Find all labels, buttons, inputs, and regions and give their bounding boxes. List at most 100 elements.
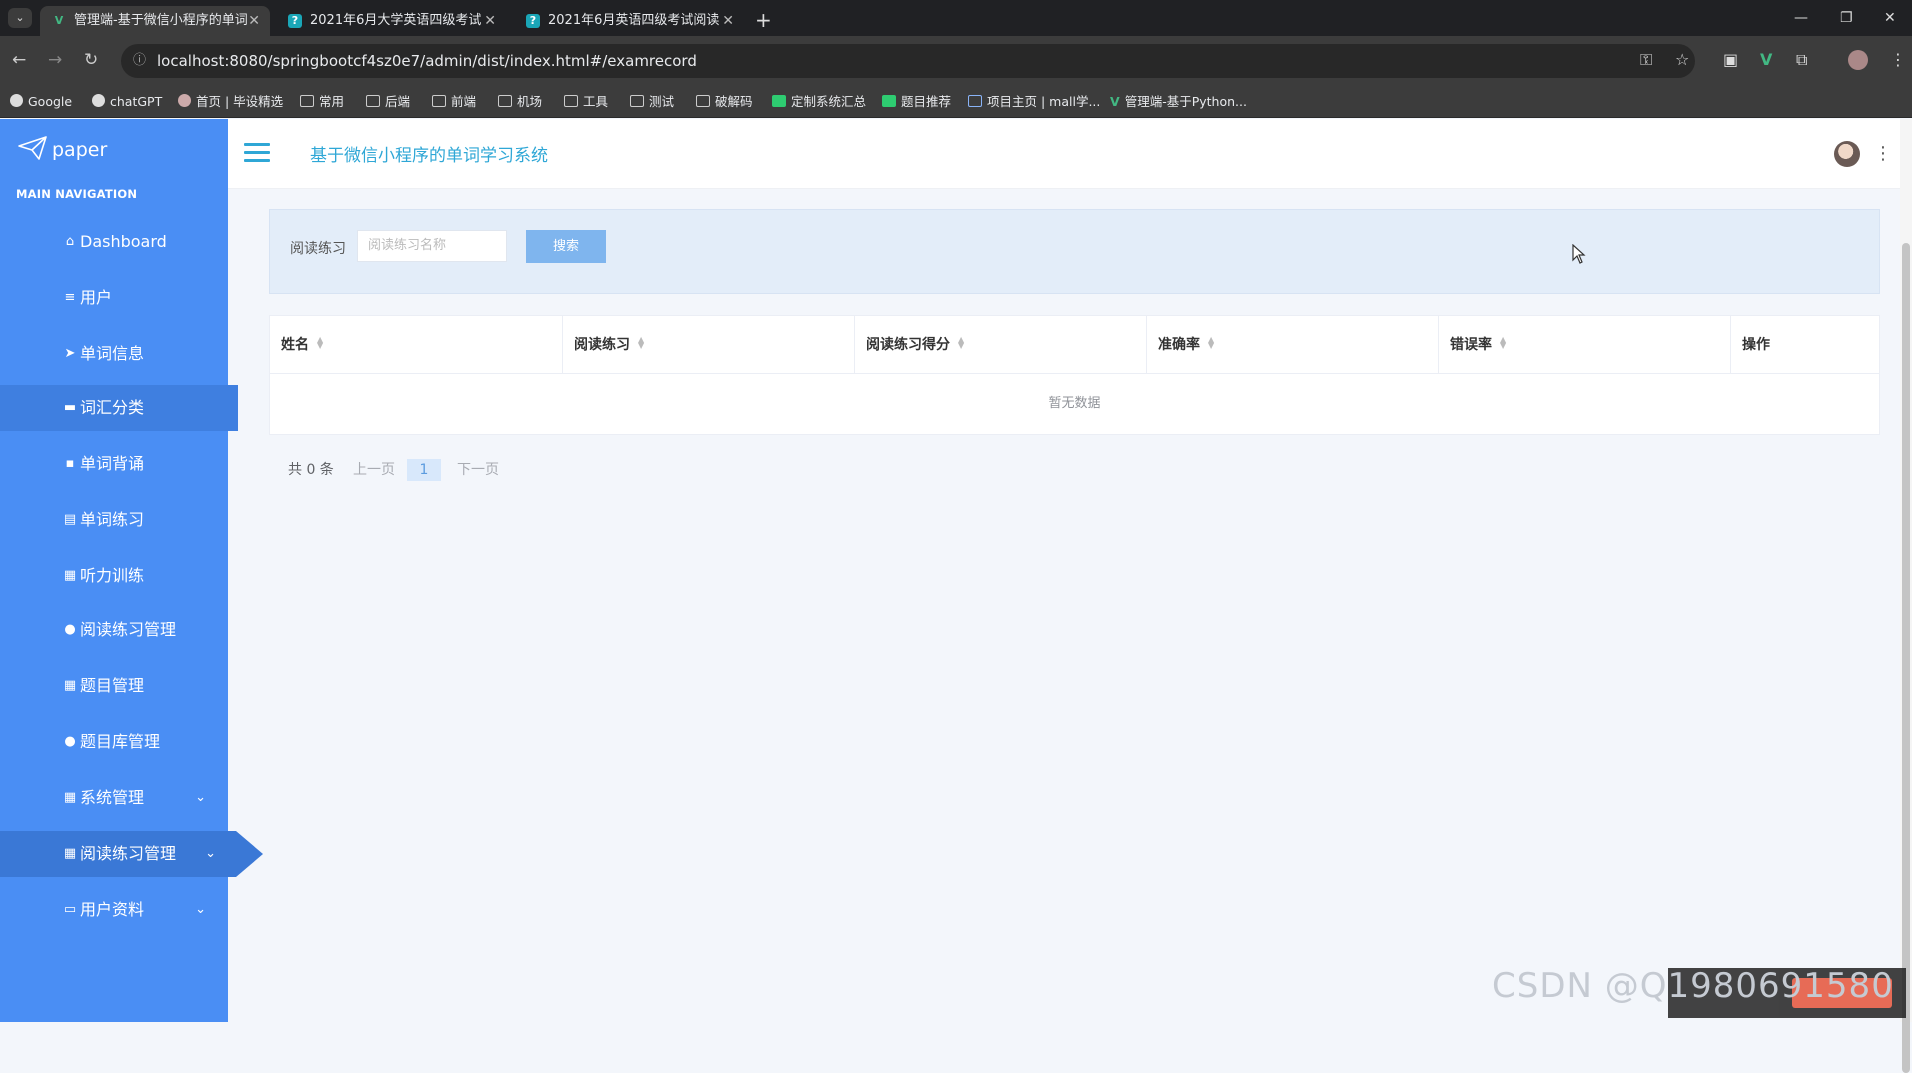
- bookmarks-bar: Google chatGPT 首页 | 毕设精选 常用 后端 前端 机场 工具 …: [0, 86, 1912, 118]
- search-panel: 阅读练习 阅读练习名称 搜索: [269, 209, 1880, 294]
- sort-icon[interactable]: ▲ ▼: [1500, 336, 1506, 350]
- avatar[interactable]: [1834, 141, 1860, 167]
- sidebar-item-word-practice[interactable]: ▤ 单词练习: [0, 497, 228, 543]
- bookmark-chatgpt[interactable]: chatGPT: [92, 86, 162, 118]
- vue-favicon-icon: V: [54, 14, 64, 27]
- search-label: 阅读练习: [290, 241, 346, 257]
- site-info-icon[interactable]: ⓘ: [133, 44, 146, 78]
- column-header-actions: 操作: [1742, 337, 1770, 353]
- sidebar-item-word-recite[interactable]: ▪ 单词背诵: [0, 441, 228, 487]
- new-tab-icon[interactable]: +: [755, 6, 772, 34]
- chevron-down-icon: ⌄: [195, 902, 206, 917]
- top-header: 基于微信小程序的单词学习系统 ⋮: [228, 119, 1912, 189]
- restore-icon[interactable]: ❐: [1840, 6, 1853, 30]
- tab-title: 管理端-基于微信小程序的单词: [74, 13, 248, 28]
- search-button[interactable]: 搜索: [526, 230, 606, 263]
- clipboard-icon: ▤: [63, 512, 77, 527]
- bookmark-folder[interactable]: 前端: [432, 86, 476, 118]
- sidebar-item-question-manage[interactable]: ▦ 题目管理: [0, 663, 228, 709]
- scrollbar-thumb[interactable]: [1902, 243, 1910, 1073]
- browser-toolbar: ← → ↻ ⓘ localhost:8080/springbootcf4sz0e…: [0, 36, 1912, 86]
- column-header-reading[interactable]: 阅读练习 ▲ ▼: [563, 316, 855, 374]
- grid-icon: ▦: [63, 568, 77, 583]
- url-text: localhost:8080/springbootcf4sz0e7/admin/…: [157, 52, 697, 70]
- browser-tab-active[interactable]: V 管理端-基于微信小程序的单词 ✕: [40, 6, 270, 36]
- bookmark-link[interactable]: 项目主页 | mall学...: [968, 86, 1100, 118]
- bookmark-google[interactable]: Google: [10, 86, 72, 118]
- tab-search-button[interactable]: ⌄: [8, 8, 32, 28]
- sort-icon[interactable]: ▲ ▼: [638, 336, 644, 350]
- sort-icon[interactable]: ▲ ▼: [958, 336, 964, 350]
- grid-icon: ▦: [63, 678, 77, 693]
- password-key-icon[interactable]: ⚿: [1640, 50, 1652, 70]
- folder-icon: [498, 95, 512, 107]
- browser-tab[interactable]: ? 2021年6月英语四级考试阅读 ✕: [514, 6, 744, 36]
- close-icon[interactable]: ✕: [722, 6, 734, 36]
- user-icon: ●: [64, 622, 76, 637]
- reload-icon[interactable]: ↻: [84, 50, 98, 70]
- sidebar: paper MAIN NAVIGATION ⌂ Dashboard ≡ 用户 ➤…: [0, 119, 263, 1022]
- folder-icon: [630, 95, 644, 107]
- column-header-error-rate[interactable]: 错误率 ▲ ▼: [1439, 316, 1731, 374]
- sort-icon[interactable]: ▲ ▼: [1208, 336, 1214, 350]
- sidebar-item-vocab-category[interactable]: ▬ 词汇分类: [0, 385, 238, 431]
- sidebar-item-system[interactable]: ▦ 系统管理 ⌄: [0, 775, 228, 821]
- sidebar-item-reading-manage-active[interactable]: ▦ 阅读练习管理 ⌄: [0, 831, 263, 877]
- bookmark-folder[interactable]: 机场: [498, 86, 542, 118]
- close-icon[interactable]: ✕: [484, 6, 496, 36]
- sidebar-item-listening[interactable]: ▦ 听力训练: [0, 553, 228, 599]
- ticket-icon: ▬: [63, 400, 77, 415]
- page-favicon-icon: ?: [526, 14, 540, 28]
- puzzle-icon[interactable]: ⧉: [1796, 50, 1807, 70]
- column-header-score[interactable]: 阅读练习得分 ▲ ▼: [855, 316, 1147, 374]
- google-icon: [10, 94, 23, 107]
- chat-icon: ▪: [65, 456, 75, 471]
- close-icon[interactable]: ✕: [248, 6, 260, 36]
- list-icon: ≡: [64, 290, 76, 305]
- empty-state-text: 暂无数据: [1048, 396, 1101, 411]
- sidebar-item-dashboard[interactable]: ⌂ Dashboard: [0, 219, 228, 265]
- column-header-accuracy[interactable]: 准确率 ▲ ▼: [1147, 316, 1439, 374]
- sidebar-item-question-bank[interactable]: ● 题目库管理: [0, 719, 228, 765]
- sheet-icon: [772, 95, 786, 107]
- sidebar-item-word-info[interactable]: ➤ 单词信息: [0, 331, 228, 377]
- bookmark-star-icon[interactable]: ☆: [1675, 50, 1689, 70]
- menu-kebab-icon[interactable]: ⋮: [1890, 50, 1906, 70]
- back-icon[interactable]: ←: [12, 50, 26, 70]
- sidebar-item-profile[interactable]: ▭ 用户资料 ⌄: [0, 887, 228, 933]
- sidebar-item-reading-manage[interactable]: ● 阅读练习管理: [0, 607, 228, 653]
- column-header-name[interactable]: 姓名 ▲ ▼: [270, 316, 563, 374]
- menu-toggle-icon[interactable]: [244, 143, 270, 163]
- bookmark-link[interactable]: V 管理端-基于Python...: [1110, 86, 1247, 118]
- address-bar[interactable]: ⓘ localhost:8080/springbootcf4sz0e7/admi…: [121, 44, 1695, 78]
- bookmark-home[interactable]: 首页 | 毕设精选: [178, 86, 283, 118]
- window-close-icon[interactable]: ✕: [1884, 6, 1896, 30]
- openai-icon: [92, 94, 105, 107]
- app-logo[interactable]: paper: [18, 135, 107, 161]
- bookmark-link[interactable]: 定制系统汇总: [772, 86, 866, 118]
- bookmark-folder[interactable]: 测试: [630, 86, 674, 118]
- sidebar-item-users[interactable]: ≡ 用户: [0, 275, 228, 321]
- pagination-prev[interactable]: 上一页: [353, 459, 395, 481]
- home-icon: ⌂: [65, 234, 75, 249]
- page-scrollbar[interactable]: [1900, 119, 1912, 1073]
- sort-icon[interactable]: ▲ ▼: [317, 336, 323, 350]
- paper-plane-icon: ➤: [64, 346, 76, 361]
- watermark: CSDN @Q1980691580: [1492, 966, 1894, 1006]
- more-icon[interactable]: ⋮: [1874, 141, 1892, 167]
- bookmark-folder[interactable]: 破解码: [696, 86, 753, 118]
- pagination-page-current[interactable]: 1: [407, 459, 441, 481]
- bookmark-folder[interactable]: 工具: [564, 86, 608, 118]
- forward-icon[interactable]: →: [48, 50, 62, 70]
- browser-tab[interactable]: ? 2021年6月大学英语四级考试 ✕: [276, 6, 506, 36]
- bookmark-folder[interactable]: 常用: [300, 86, 344, 118]
- profile-avatar-icon[interactable]: [1848, 50, 1868, 70]
- bookmark-link[interactable]: 题目推荐: [882, 86, 951, 118]
- vue-devtools-icon[interactable]: V: [1760, 50, 1772, 70]
- minimize-icon[interactable]: —: [1794, 6, 1808, 30]
- pagination-next[interactable]: 下一页: [457, 459, 499, 481]
- browser-tab-strip: ⌄ V 管理端-基于微信小程序的单词 ✕ ? 2021年6月大学英语四级考试 ✕…: [0, 0, 1912, 36]
- search-input[interactable]: 阅读练习名称: [357, 230, 507, 262]
- bookmark-folder[interactable]: 后端: [366, 86, 410, 118]
- extension-icon[interactable]: ▣: [1723, 50, 1738, 70]
